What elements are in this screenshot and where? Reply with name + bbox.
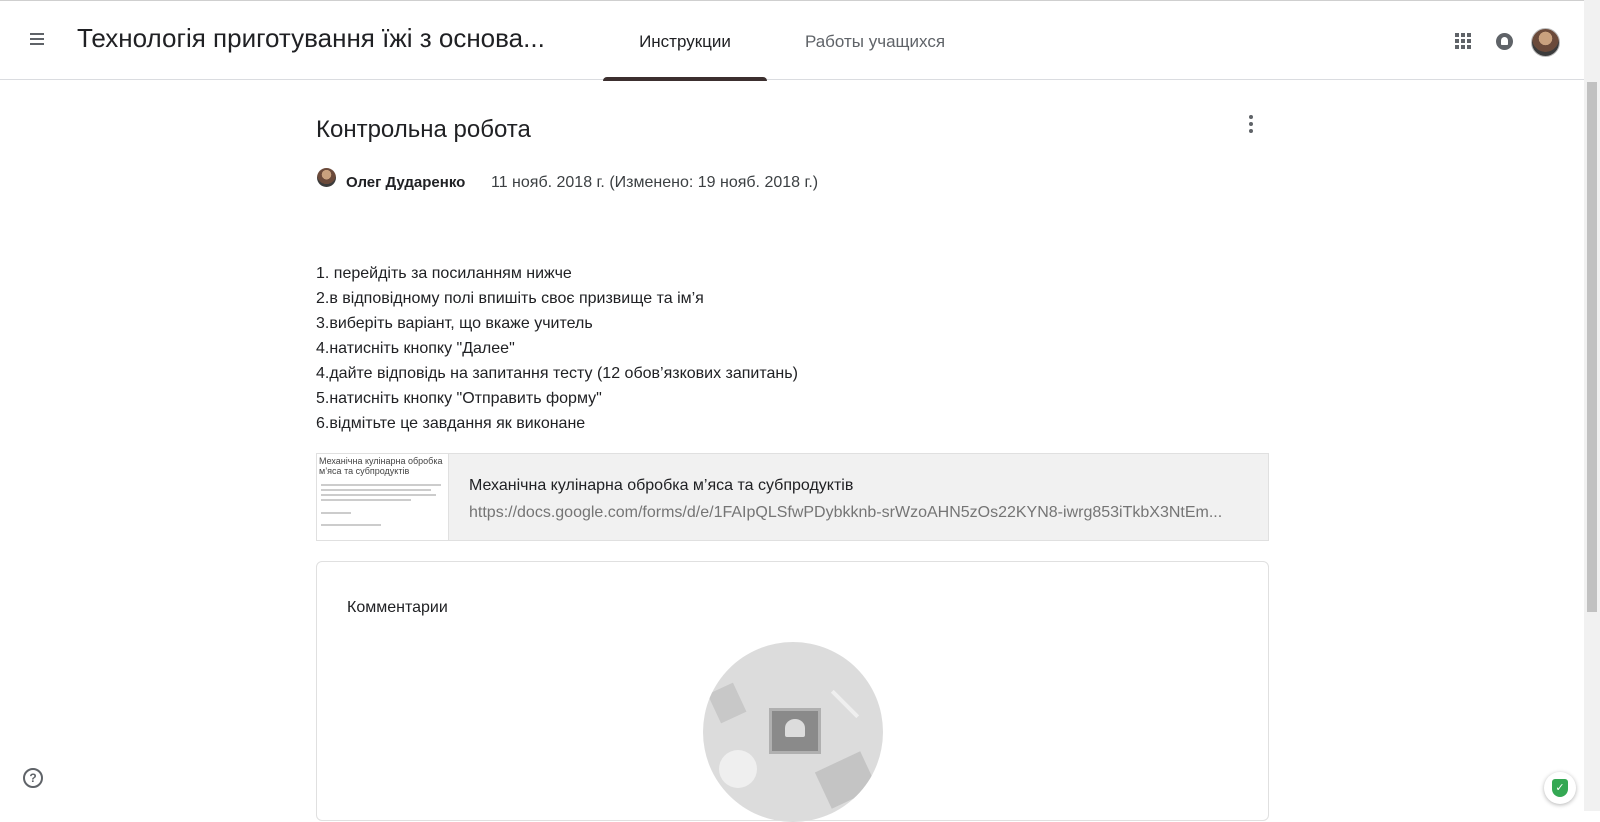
illustration-paper (707, 682, 747, 724)
thumbnail-line (321, 494, 436, 496)
more-options-icon[interactable] (1243, 113, 1259, 135)
comments-title: Комментарии (347, 599, 448, 616)
notifications-icon[interactable] (1496, 33, 1513, 50)
comments-card: Комментарии (316, 561, 1269, 822)
author-name: Олег Дударенко (346, 174, 466, 191)
instruction-line: 4.натисніть кнопку "Далее" (316, 340, 515, 357)
illustration-cup (719, 750, 757, 788)
course-title[interactable]: Технологія приготування їжі з основа... (77, 23, 545, 54)
tab-instructions[interactable]: Инструкции (603, 1, 767, 81)
instruction-line: 6.відмітьте це завдання як виконане (316, 415, 586, 432)
attachment-title: Механічна кулінарна обробка м’яса та суб… (469, 477, 854, 494)
illustration-pen (830, 689, 860, 719)
instruction-line: 4.дайте відповідь на запитання тесту (12… (316, 365, 798, 382)
help-icon[interactable]: ? (23, 768, 43, 788)
attachment-url: https://docs.google.com/forms/d/e/1FAIpQ… (469, 504, 1223, 521)
form-attachment-link[interactable]: Механічна кулінарна обробка м’яса та суб… (316, 453, 1269, 541)
thumbnail-title: Механічна кулінарна обробка м’яса та суб… (319, 456, 443, 476)
menu-icon[interactable] (26, 27, 50, 51)
active-tab-indicator (603, 77, 767, 81)
thumbnail-line (321, 512, 351, 514)
post-date: 11 нояб. 2018 г. (Изменено: 19 нояб. 201… (491, 174, 819, 191)
attachment-thumbnail: Механічна кулінарна обробка м’яса та суб… (317, 454, 449, 540)
apps-grid-icon[interactable] (1455, 33, 1471, 49)
instruction-line: 1. перейдіть за посиланням нижче (316, 265, 572, 282)
thumbnail-line (321, 484, 441, 486)
author-avatar (317, 168, 336, 187)
post-title: Контрольна робота (316, 116, 531, 143)
tab-instructions-label: Инструкции (639, 32, 731, 51)
instructions-text: 1. перейдіть за посиланням нижче 2.в від… (316, 261, 798, 436)
tab-student-work-label: Работы учащихся (804, 32, 946, 51)
account-avatar[interactable] (1531, 28, 1560, 57)
classroom-illustration (703, 642, 883, 822)
thumbnail-line (321, 489, 431, 491)
thumbnail-line (321, 499, 411, 501)
illustration-paper (814, 751, 878, 809)
instruction-line: 3.виберіть варіант, що вкаже учитель (316, 315, 593, 332)
top-app-bar: Технологія приготування їжі з основа... … (0, 0, 1584, 81)
scrollbar-thumb[interactable] (1587, 82, 1597, 612)
instruction-line: 5.натисніть кнопку "Отправить форму" (316, 390, 602, 407)
page-scrollbar[interactable] (1584, 0, 1600, 811)
security-shield-icon[interactable]: ✓ (1544, 772, 1576, 804)
tab-student-work[interactable]: Работы учащихся (790, 1, 960, 80)
classroom-board-icon (769, 708, 821, 754)
instruction-line: 2.в відповідному полі впишіть своє призв… (316, 290, 704, 307)
thumbnail-line (321, 524, 381, 526)
